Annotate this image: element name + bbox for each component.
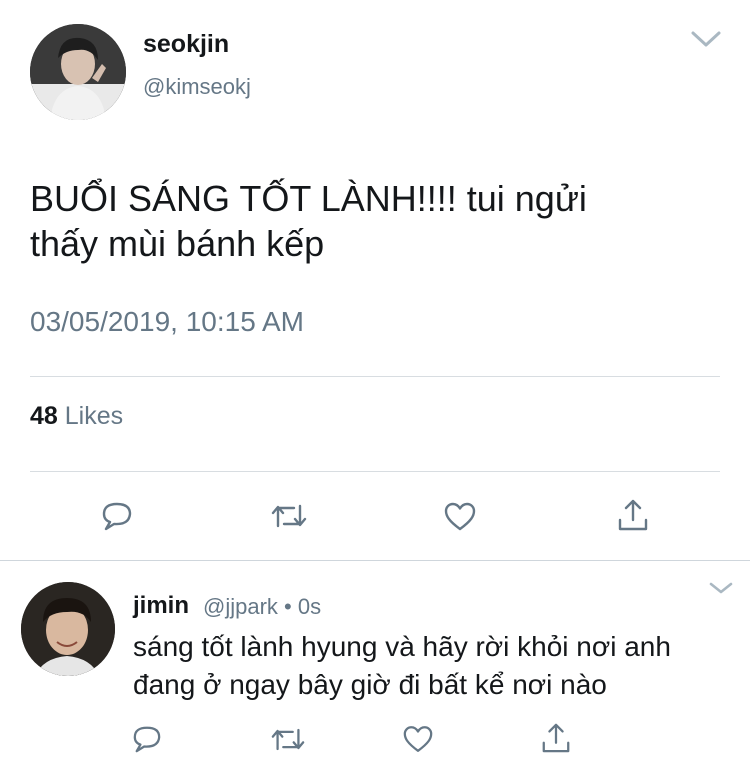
display-name[interactable]: jimin [133,592,189,620]
heart-icon [403,726,433,752]
reply-button[interactable] [100,500,134,532]
avatar[interactable] [21,582,115,676]
share-button[interactable] [540,722,572,754]
share-icon [618,499,648,531]
reply-icon [133,726,161,753]
tweet-text-line: đang ở ngay bây giờ đi bất kể nơi nào [133,669,607,700]
chevron-down-icon[interactable] [690,28,722,50]
handle-and-time[interactable]: @jjpark • 0s [203,594,321,620]
reply-button[interactable] [131,724,163,754]
reply-icon [102,502,132,531]
chevron-down-icon[interactable] [708,580,734,596]
user-handle[interactable]: @kimseokj [143,74,251,100]
tweet-text-line: BUỔI SÁNG TỐT LÀNH!!!! tui ngửi [30,178,587,219]
likes-stat[interactable]: 48 Likes [30,402,123,431]
tweet-text: BUỔI SÁNG TỐT LÀNH!!!! tui ngửi thấy mùi… [30,176,720,266]
share-button[interactable] [616,498,650,532]
like-button[interactable] [443,502,477,532]
like-button[interactable] [402,725,434,754]
divider [30,471,720,472]
divider [30,376,720,377]
tweet-text: sáng tốt lành hyung và hãy rời khỏi nơi … [133,628,733,704]
retweet-button[interactable] [270,726,306,753]
tweet-text-line: sáng tốt lành hyung và hãy rời khỏi nơi … [133,631,671,662]
display-name[interactable]: seokjin [143,30,229,59]
heart-icon [444,502,476,531]
retweet-button[interactable] [270,502,308,530]
retweet-icon [271,504,307,528]
timestamp[interactable]: 03/05/2019, 10:15 AM [30,306,304,338]
share-icon [542,723,570,753]
divider [0,560,750,561]
likes-label: Likes [64,402,124,430]
tweet-text-line: thấy mùi bánh kếp [30,223,325,264]
likes-count: 48 [30,402,58,430]
main-tweet: seokjin @kimseokj BUỔI SÁNG TỐT LÀNH!!!!… [0,0,750,560]
retweet-icon [271,728,305,751]
avatar[interactable] [30,24,126,120]
